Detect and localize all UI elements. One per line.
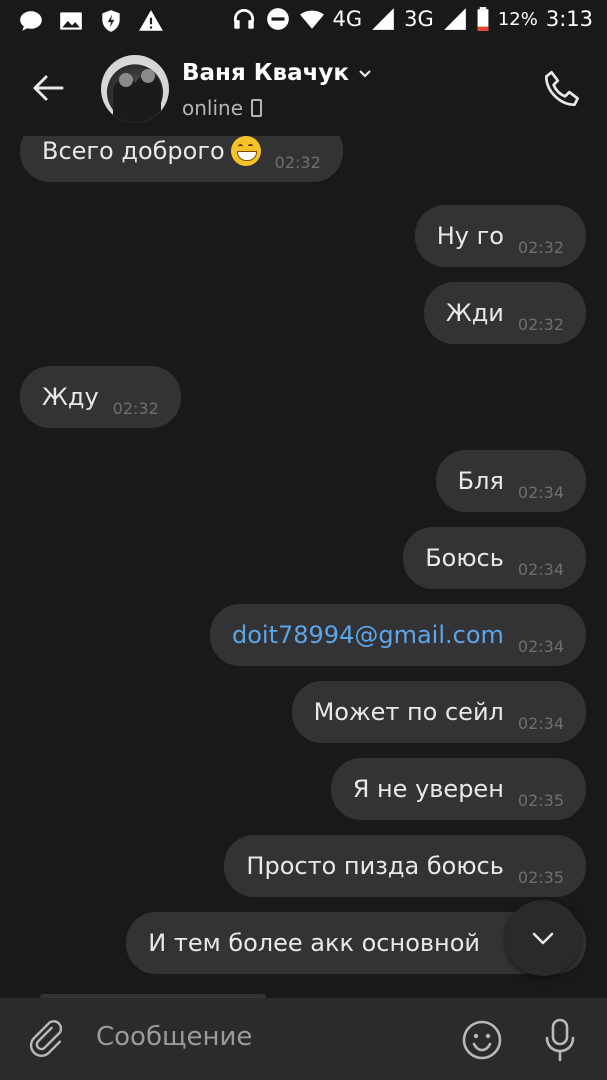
message-time: 02:35 [517,790,564,810]
headphones-icon [233,8,254,29]
message-outgoing[interactable]: Я не уверен 02:35 [330,758,586,820]
warning-icon [139,10,163,31]
message-time: 02:34 [517,636,564,656]
message-outgoing[interactable]: Просто пизда боюсь 02:35 [224,835,586,897]
status-bar: 4G 3G 12% 3:13 [0,0,607,44]
message-text: Жди [445,299,504,327]
message-outgoing[interactable]: Боюсь 02:34 [403,527,586,589]
gallery-icon [60,12,82,30]
clock: 3:13 [545,7,593,31]
message-text: Может по сейл [313,698,504,726]
wifi-icon [299,10,324,29]
message-time: 02:34 [517,482,564,502]
contact-name[interactable]: Ваня Квачук [182,60,375,86]
message-time: 02:34 [517,559,564,579]
message-input[interactable]: Сообщение [96,1022,252,1052]
message-outgoing[interactable]: Может по сейл 02:34 [291,681,586,743]
message-text: Я не уверен [352,775,504,803]
network-3g-label: 3G [404,7,434,31]
message-text: И тем более акк основной [148,929,480,957]
network-4g-label: 4G [332,7,363,31]
phone-call-icon[interactable] [539,66,585,112]
message-time: 02:35 [517,867,564,887]
back-arrow-icon[interactable] [26,66,70,110]
message-text: Бля [457,467,504,495]
email-link[interactable]: doit78994@gmail.com [232,621,504,649]
emoji-icon[interactable] [460,1018,504,1062]
message-text: Всего доброго [42,137,225,165]
message-time: 02:34 [517,713,564,733]
message-time: 02:32 [517,237,564,257]
presence-label: online [182,96,244,120]
signal-icon [372,8,395,30]
chat-notification-icon [20,11,42,31]
battery-percent: 12% [497,8,538,30]
scroll-to-bottom-button[interactable] [505,900,581,976]
chevron-down-icon [359,70,371,78]
mobile-device-icon [251,99,263,117]
message-text: Жду [42,383,99,411]
message-time: 02:32 [274,152,321,172]
shield-bolt-icon [102,10,120,32]
grinning-face-emoji-icon [230,136,261,166]
message-outgoing[interactable]: doit78994@gmail.com 02:34 [210,604,586,666]
message-text: Ну го [436,222,504,250]
message-list[interactable]: Всего доброго 02:32 Ну го 02:32 Жди 02:3… [0,136,607,998]
message-time: 02:32 [112,398,159,418]
chevron-down-icon [532,932,554,945]
message-outgoing[interactable]: Бля 02:34 [435,450,586,512]
do-not-disturb-icon [266,8,289,30]
battery-icon [477,7,489,31]
microphone-icon[interactable] [538,1016,582,1064]
chat-header: Ваня Квачук online [0,44,607,136]
message-outgoing[interactable]: Ну го 02:32 [414,205,586,267]
contact-name-label: Ваня Квачук [182,60,349,86]
signal-icon [443,8,466,30]
message-incoming[interactable]: Всего доброго 02:32 [20,136,343,182]
avatar[interactable] [101,55,169,123]
message-text: Просто пизда боюсь [246,852,504,880]
presence-status: online [182,96,263,120]
message-time: 02:32 [517,314,564,334]
message-composer: Сообщение [0,998,607,1080]
message-outgoing[interactable]: Жди 02:32 [423,282,586,344]
message-incoming[interactable]: Жду 02:32 [20,366,181,428]
message-text: Боюсь [425,544,504,572]
paperclip-icon[interactable] [26,1018,70,1062]
